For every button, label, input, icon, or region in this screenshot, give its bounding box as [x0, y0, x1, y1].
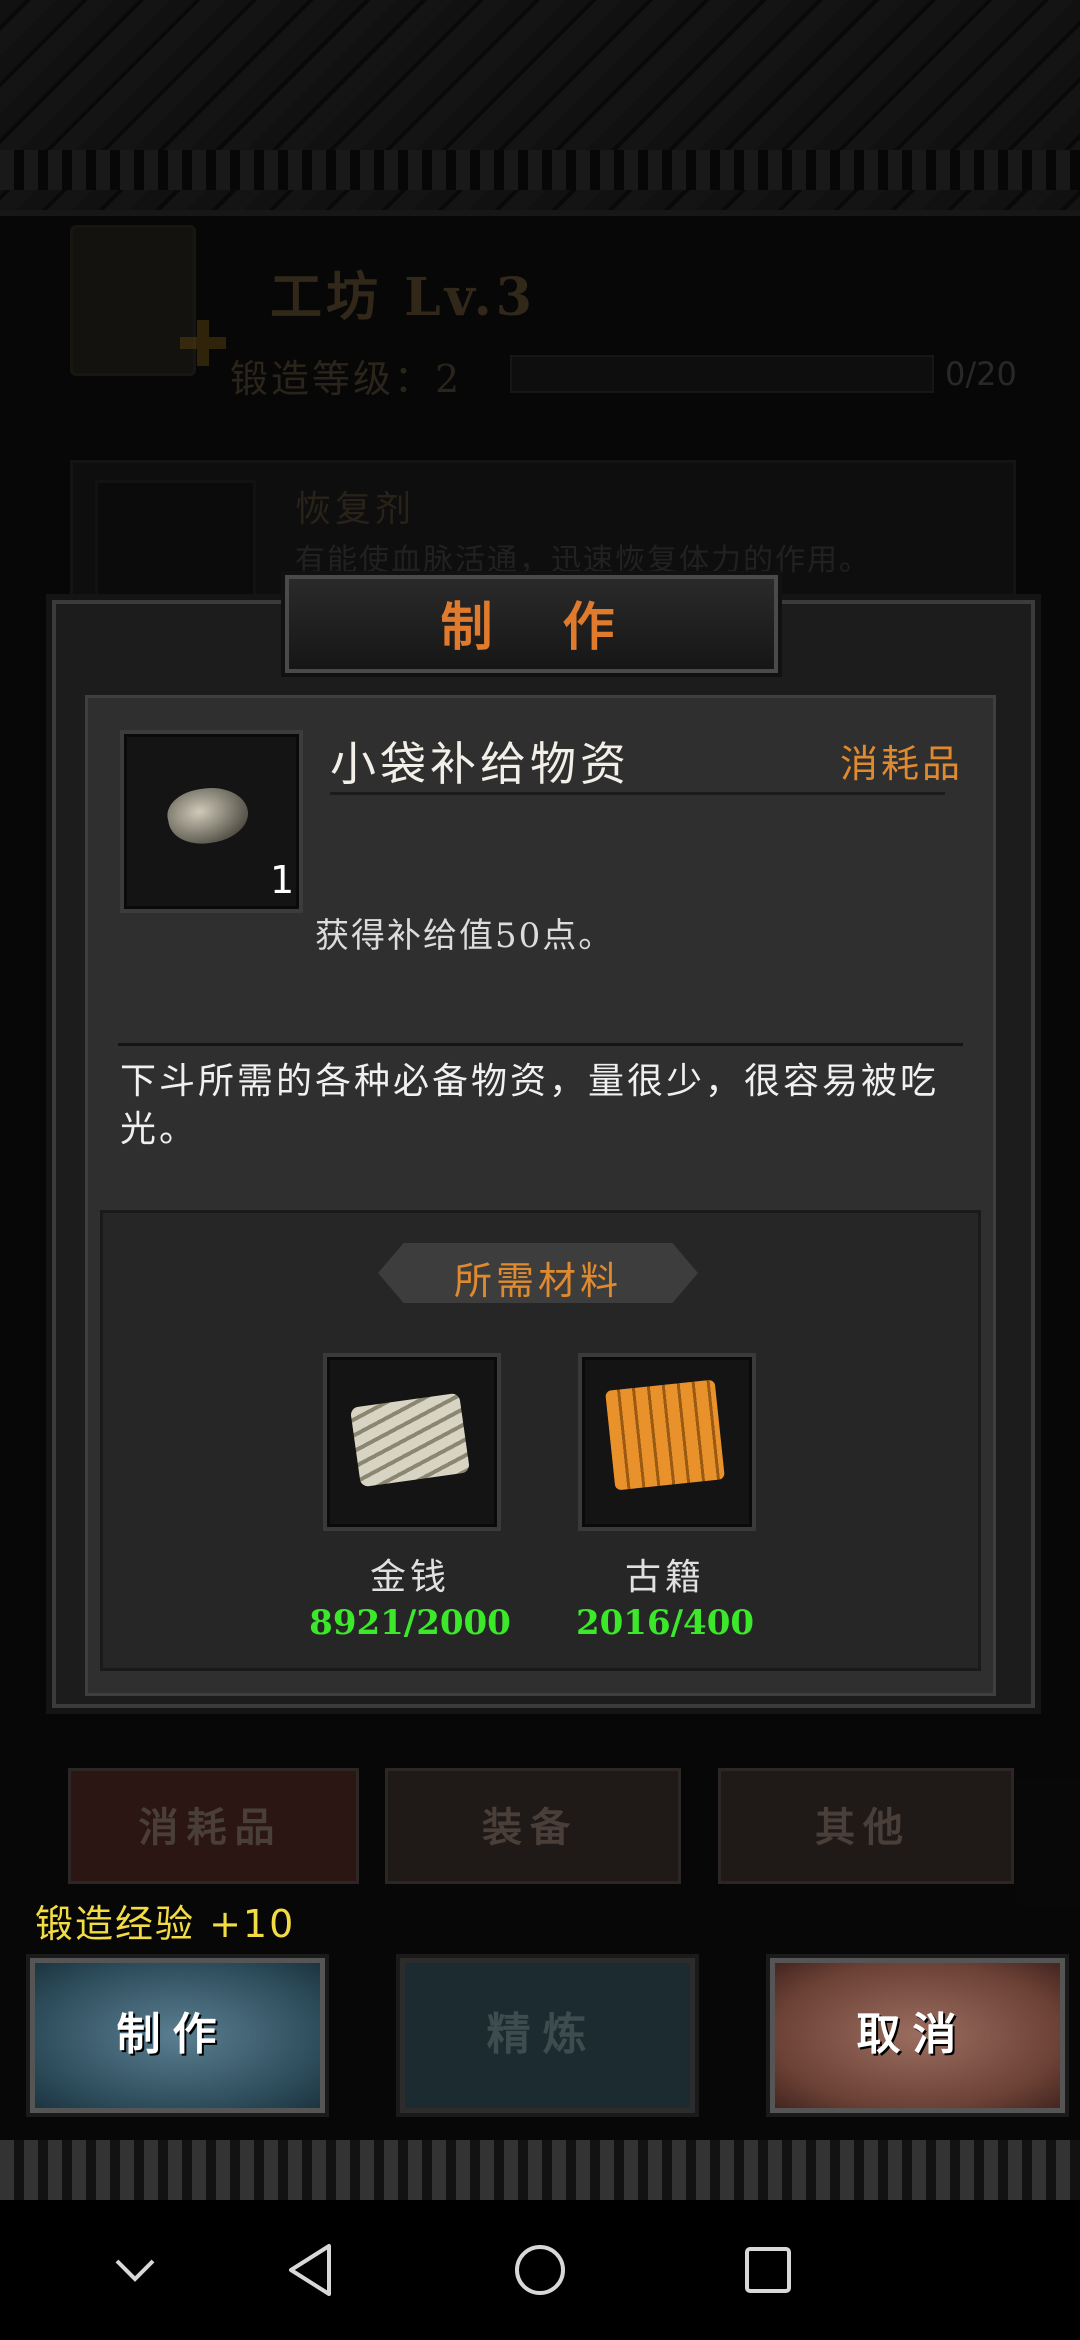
item-quantity: 1 [270, 858, 295, 902]
tab-consumables-label: 消耗品 [138, 1804, 283, 1851]
nav-recents-button[interactable] [738, 2240, 798, 2300]
nav-home-button[interactable] [510, 2240, 570, 2300]
forge-exp-gain: 锻造经验 +10 [35, 1902, 296, 1946]
refine-button-label: 精炼 [486, 2009, 599, 2060]
scroll-icon [605, 1379, 725, 1491]
money-icon [349, 1392, 471, 1488]
material-count: 2016/400 [575, 1603, 755, 1643]
home-circle-icon [515, 2245, 565, 2295]
item-name: 小袋补给物资 [330, 737, 630, 791]
item-effect: 获得补给值50点。 [315, 916, 615, 956]
cancel-button-label: 取消 [856, 2009, 969, 2060]
make-button-label: 制作 [116, 2009, 229, 2060]
tab-equipment-label: 装备 [482, 1804, 578, 1851]
chevron-down-icon [115, 2259, 155, 2282]
nav-back-button[interactable] [280, 2240, 340, 2300]
material-count: 8921/2000 [309, 1603, 511, 1643]
item-type: 消耗品 [840, 742, 964, 786]
material-name: 金钱 [369, 1557, 450, 1598]
divider [118, 1043, 963, 1046]
materials-header: 所需材料 [453, 1259, 622, 1303]
dialog-title: 制作 [440, 597, 685, 658]
bottom-decorative-frieze [0, 2140, 1080, 2200]
back-triangle-icon [289, 2244, 331, 2296]
nav-collapse-button[interactable] [105, 2240, 165, 2300]
tab-other-label: 其他 [815, 1804, 911, 1851]
item-description: 下斗所需的各种必备物资，量很少，很容易被吃光。 [120, 1061, 940, 1150]
item-name-underline [330, 792, 945, 795]
material-name: 古籍 [624, 1557, 705, 1598]
recents-square-icon [745, 2247, 791, 2293]
